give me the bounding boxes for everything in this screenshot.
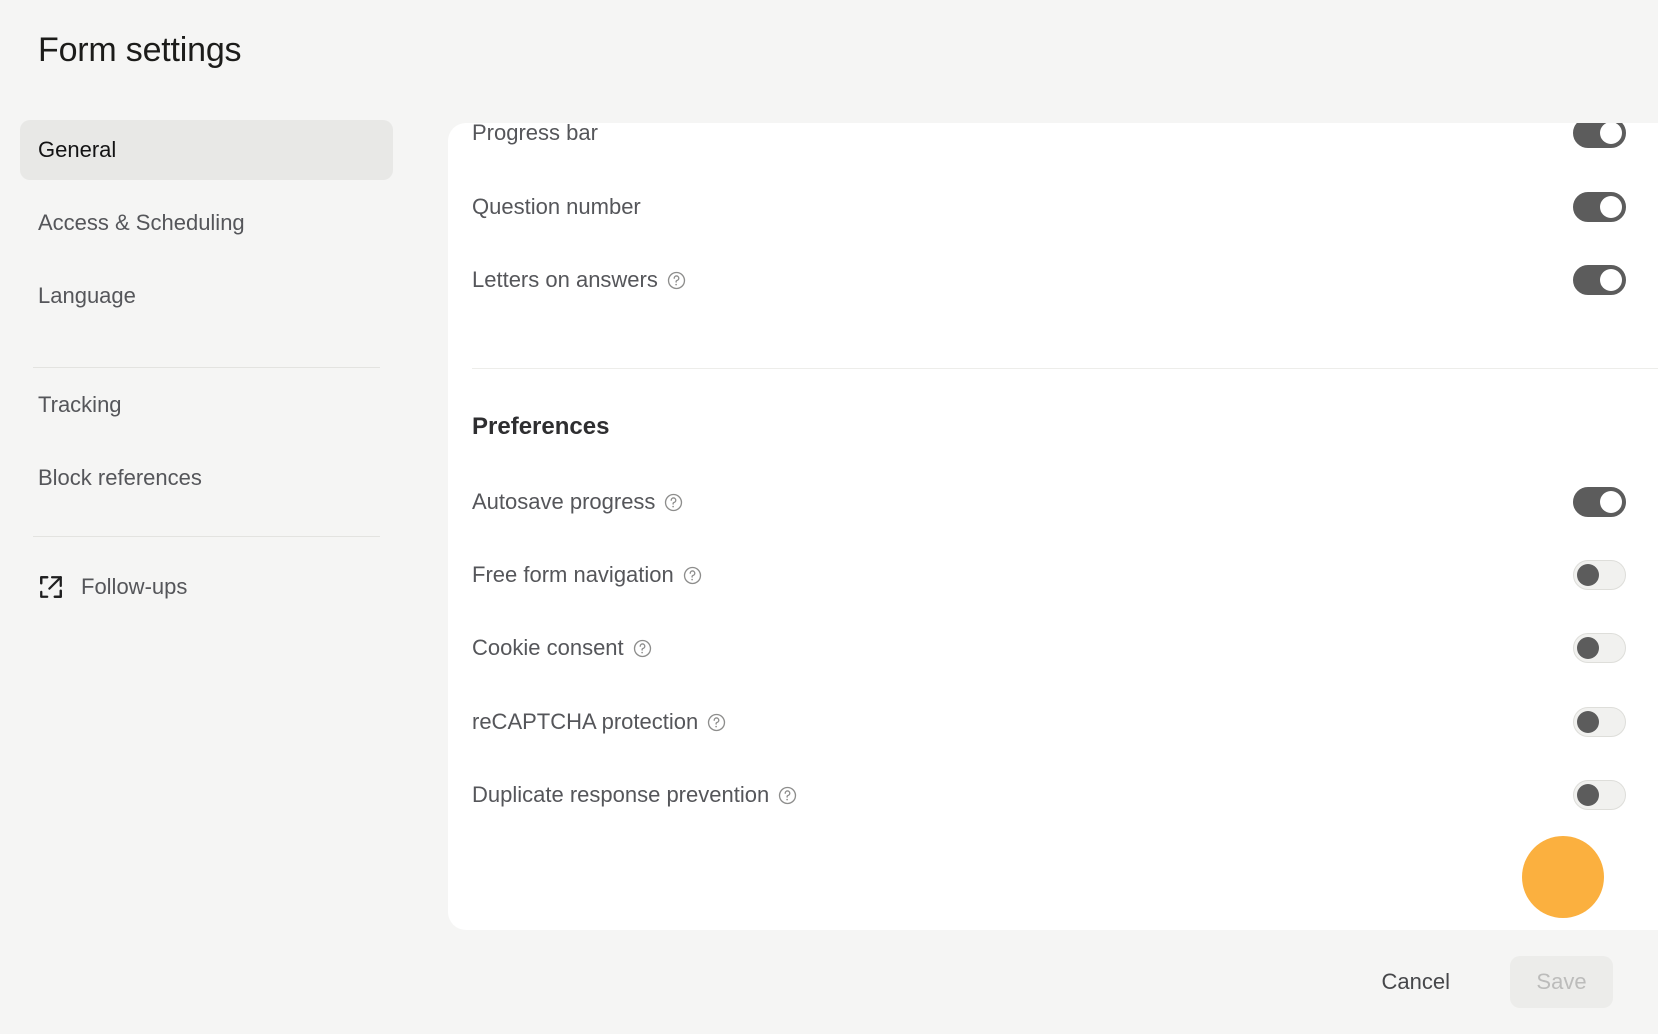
setting-label-text: Question number: [472, 194, 641, 219]
toggle-knob: [1600, 491, 1622, 513]
setting-row-cookie-consent: Cookie consent: [472, 628, 1626, 668]
sidebar-item-general[interactable]: General: [20, 120, 393, 180]
setting-row-recaptcha-protection: reCAPTCHA protection: [472, 702, 1626, 742]
setting-row-letters-on-answers: Letters on answers: [472, 260, 1626, 300]
setting-label-text: reCAPTCHA protection: [472, 709, 699, 734]
toggle-autosave-progress[interactable]: [1573, 487, 1626, 517]
dialog-footer: Cancel Save: [0, 930, 1658, 1034]
toggle-recaptcha-protection[interactable]: [1573, 707, 1626, 737]
toggle-letters-on-answers[interactable]: [1573, 265, 1626, 295]
sidebar-item-language[interactable]: Language: [20, 266, 393, 326]
toggle-knob: [1600, 123, 1622, 144]
setting-label-text: Progress bar: [472, 123, 598, 145]
help-circle-icon[interactable]: [683, 566, 702, 585]
setting-row-duplicate-response-prevention: Duplicate response prevention: [472, 775, 1626, 815]
sidebar-divider-upper: [33, 367, 380, 368]
sidebar-item-tracking[interactable]: Tracking: [20, 375, 393, 435]
toggle-free-form-navigation[interactable]: [1573, 560, 1626, 590]
help-circle-icon[interactable]: [778, 786, 797, 805]
sidebar-item-label: Language: [38, 283, 136, 308]
setting-label: Autosave progress: [472, 489, 683, 515]
setting-label: Free form navigation: [472, 562, 702, 588]
toggle-knob: [1600, 196, 1622, 218]
setting-label: Cookie consent: [472, 635, 652, 661]
toggle-knob: [1577, 637, 1599, 659]
setting-label-text: Cookie consent: [472, 635, 624, 660]
sidebar-item-access-scheduling[interactable]: Access & Scheduling: [20, 193, 393, 253]
toggle-duplicate-response-prevention[interactable]: [1573, 780, 1626, 810]
sidebar-item-follow-ups[interactable]: Follow-ups: [20, 561, 393, 613]
toggle-knob: [1577, 711, 1599, 733]
section-divider: [472, 368, 1658, 369]
sidebar-item-label: Tracking: [38, 392, 122, 417]
setting-label-text: Free form navigation: [472, 562, 674, 587]
help-circle-icon[interactable]: [664, 493, 683, 512]
setting-row-free-form-navigation: Free form navigation: [472, 555, 1626, 595]
setting-row-autosave-progress: Autosave progress: [472, 482, 1626, 522]
setting-label: Question number: [472, 194, 641, 220]
help-circle-icon[interactable]: [633, 639, 652, 658]
toggle-progress-bar[interactable]: [1573, 123, 1626, 148]
toggle-knob: [1577, 784, 1599, 806]
setting-label: Progress bar: [472, 123, 598, 146]
settings-content-card: Progress bar Question number Letters on …: [448, 123, 1658, 930]
toggle-question-number[interactable]: [1573, 192, 1626, 222]
toggle-cookie-consent[interactable]: [1573, 633, 1626, 663]
sidebar-item-label: Access & Scheduling: [38, 210, 245, 235]
setting-row-question-number: Question number: [472, 187, 1626, 227]
cancel-button[interactable]: Cancel: [1364, 956, 1468, 1008]
settings-sidebar: General Access & Scheduling Language Tra…: [0, 110, 420, 900]
save-button[interactable]: Save: [1510, 956, 1613, 1008]
setting-label: Duplicate response prevention: [472, 782, 797, 808]
sidebar-item-label: Follow-ups: [81, 574, 188, 599]
form-settings-dialog: Form settings General Access & Schedulin…: [0, 0, 1658, 1034]
setting-label: reCAPTCHA protection: [472, 709, 726, 735]
external-link-icon: [40, 576, 62, 598]
setting-label: Letters on answers: [472, 267, 686, 293]
sidebar-item-label: General: [38, 137, 117, 162]
page-title: Form settings: [38, 31, 242, 69]
setting-row-progress-bar: Progress bar: [472, 123, 1626, 153]
sidebar-item-block-references[interactable]: Block references: [20, 448, 393, 508]
setting-label-text: Letters on answers: [472, 267, 658, 292]
toggle-knob: [1600, 269, 1622, 291]
sidebar-item-label: Block references: [38, 465, 202, 490]
help-circle-icon[interactable]: [707, 713, 726, 732]
help-circle-icon[interactable]: [667, 271, 686, 290]
preferences-heading: Preferences: [472, 413, 610, 440]
setting-label-text: Duplicate response prevention: [472, 782, 770, 807]
toggle-knob: [1577, 564, 1599, 586]
setting-label-text: Autosave progress: [472, 489, 656, 514]
sidebar-divider-lower: [33, 536, 380, 537]
